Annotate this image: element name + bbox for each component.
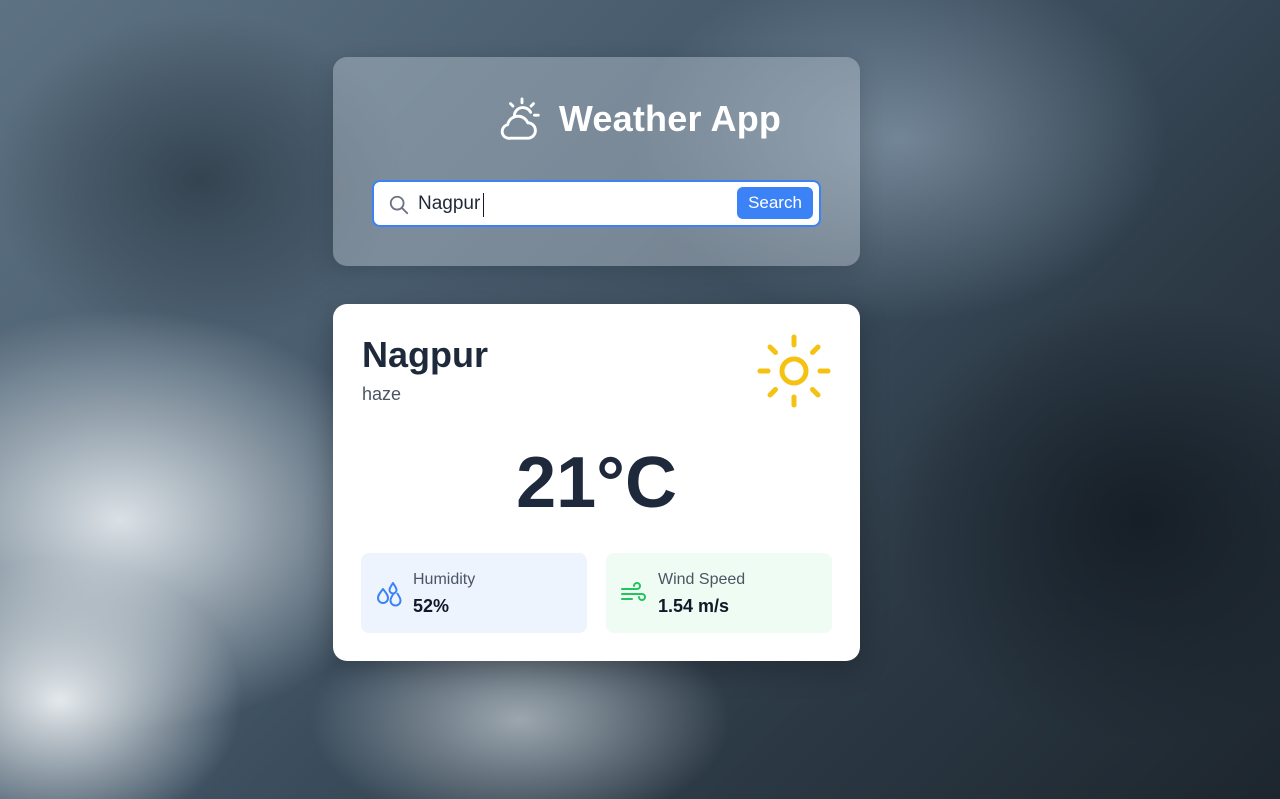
humidity-label: Humidity — [413, 571, 476, 588]
weather-description: haze — [362, 384, 402, 404]
wind-icon — [621, 582, 646, 601]
app-header: Weather App — [0, 96, 1280, 142]
weather-card: Nagpur haze 21°C Humidity 52% Wind Speed… — [333, 304, 860, 661]
search-button[interactable]: Search — [737, 187, 813, 219]
wind-label: Wind Speed — [658, 571, 746, 588]
search-icon — [389, 195, 409, 215]
partly-cloudy-icon — [500, 97, 540, 140]
city-name: Nagpur — [362, 334, 488, 375]
city-search-input[interactable] — [418, 190, 728, 218]
water-drops-icon — [377, 582, 402, 607]
humidity-panel: Humidity 52% — [361, 553, 587, 633]
sun-icon — [757, 334, 831, 408]
wind-value: 1.54 m/s — [658, 596, 730, 616]
header-panel — [333, 57, 860, 266]
app-title: Weather App — [558, 98, 782, 139]
temperature: 21°C — [516, 443, 677, 523]
search-bar: Search — [372, 180, 821, 227]
humidity-value: 52% — [413, 596, 450, 616]
wind-panel: Wind Speed 1.54 m/s — [606, 553, 832, 633]
text-cursor — [483, 193, 484, 217]
